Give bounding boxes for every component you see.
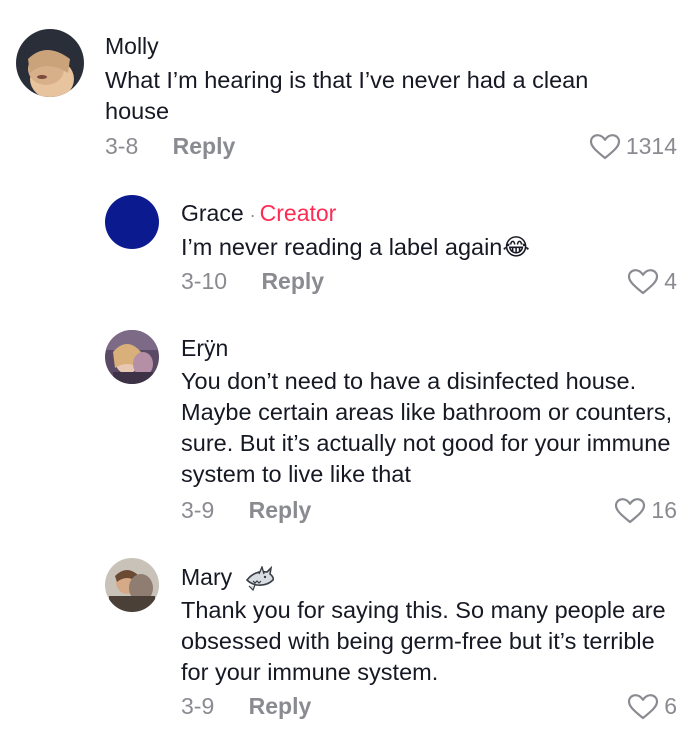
heart-icon [589, 133, 620, 159]
creator-badge: Creator [259, 200, 337, 226]
like-button[interactable]: 1314 [589, 133, 677, 160]
comment-meta: 3-9 Reply [181, 693, 311, 720]
heart-icon [628, 268, 659, 294]
comment-text: Thank you for saying this. So many peopl… [181, 597, 666, 685]
heart-icon [628, 693, 659, 719]
avatar[interactable] [105, 558, 159, 612]
comment-author[interactable]: Grace [181, 200, 244, 226]
like-button[interactable]: 6 [628, 693, 677, 720]
comment-date: 3-9 [181, 693, 215, 719]
comment-author[interactable]: Mary [181, 564, 232, 590]
reply-button[interactable]: Reply [261, 268, 324, 295]
like-count: 6 [664, 693, 677, 719]
avatar[interactable] [105, 330, 159, 384]
comment-date: 3-10 [181, 268, 228, 294]
avatar[interactable] [105, 195, 159, 249]
comment-author-row: Erÿn [181, 335, 228, 362]
shark-icon [245, 565, 274, 591]
comment-meta: 3-9 Reply [181, 497, 311, 524]
comment-date: 3-9 [181, 497, 215, 523]
avatar[interactable] [16, 29, 84, 97]
comment-meta: 3-10 Reply [181, 268, 324, 295]
comment-text: What I’m hearing is that I’ve never had … [105, 67, 589, 124]
comment-author[interactable]: Molly [105, 33, 159, 59]
heart-icon [615, 497, 646, 523]
reply-button[interactable]: Reply [173, 133, 236, 160]
comment-text: I’m never reading a label again😂 [181, 234, 530, 260]
comment-author-row: Molly [105, 33, 159, 60]
comment-author-row: Mary [181, 564, 275, 592]
comment-meta: 3-8 Reply [105, 133, 235, 160]
like-count: 16 [651, 497, 677, 523]
comment-author-row: Grace · Creator [181, 200, 336, 227]
comment-text: You don’t need to have a disinfected hou… [181, 368, 673, 487]
comment-author[interactable]: Erÿn [181, 335, 228, 361]
reply-button[interactable]: Reply [249, 497, 312, 524]
like-count: 1314 [625, 133, 677, 159]
like-button[interactable]: 16 [615, 497, 677, 524]
separator-dot: · [249, 205, 256, 225]
like-count: 4 [664, 268, 677, 294]
reply-button[interactable]: Reply [249, 693, 312, 720]
like-button[interactable]: 4 [628, 268, 677, 295]
comment-date: 3-8 [105, 133, 139, 159]
